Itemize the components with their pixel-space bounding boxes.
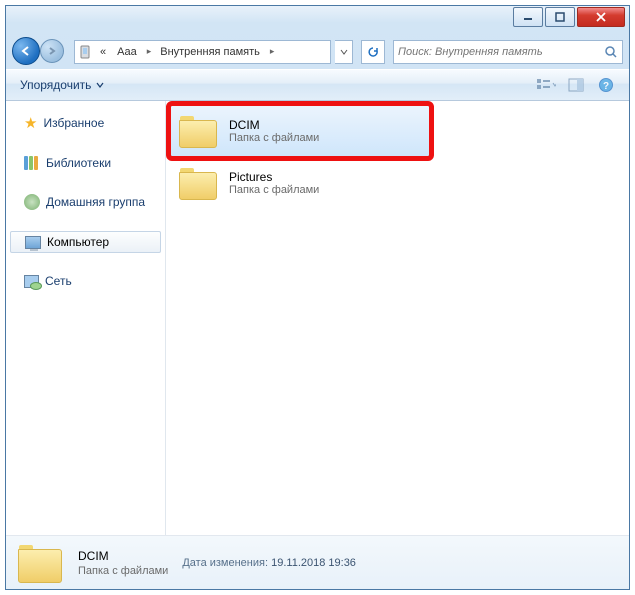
folder-icon <box>177 112 219 150</box>
chevron-down-icon <box>96 81 104 89</box>
details-name: DCIM <box>78 549 168 563</box>
sidebar-item-favorites[interactable]: ★ Избранное <box>6 111 165 135</box>
details-date: Дата изменения: 19.11.2018 19:36 <box>182 557 356 569</box>
address-bar[interactable]: « Aaa ▸ Внутренняя память ▸ <box>74 40 331 64</box>
sidebar: ★ Избранное Библиотеки Домашняя группа Ко… <box>6 101 166 535</box>
back-button[interactable] <box>12 37 40 65</box>
nav-buttons <box>12 37 70 67</box>
sidebar-item-network[interactable]: Сеть <box>6 271 165 291</box>
details-pane: DCIM Папка с файлами Дата изменения: 19.… <box>6 535 629 589</box>
sidebar-label: Библиотеки <box>46 156 111 170</box>
folder-name: DCIM <box>229 118 319 132</box>
address-dropdown[interactable] <box>335 40 353 64</box>
breadcrumb-seg-1[interactable]: Aaa <box>112 41 143 63</box>
organize-button[interactable]: Упорядочить <box>14 75 110 95</box>
view-options-button[interactable] <box>531 74 561 96</box>
folder-type: Папка с файлами <box>229 132 319 144</box>
refresh-button[interactable] <box>361 40 385 64</box>
minimize-button[interactable] <box>513 7 543 27</box>
sidebar-label: Компьютер <box>47 235 109 249</box>
maximize-button[interactable] <box>545 7 575 27</box>
breadcrumb-root[interactable]: « <box>95 41 112 63</box>
sidebar-item-libraries[interactable]: Библиотеки <box>6 153 165 173</box>
svg-text:?: ? <box>603 81 609 92</box>
help-button[interactable]: ? <box>591 74 621 96</box>
chevron-icon[interactable]: ▸ <box>266 46 279 57</box>
network-icon <box>24 275 39 288</box>
search-icon <box>604 45 618 59</box>
search-input[interactable] <box>398 46 604 58</box>
libraries-icon <box>24 156 40 170</box>
device-icon <box>75 45 95 59</box>
toolbar: Упорядочить ? <box>6 69 629 101</box>
folder-item-dcim[interactable]: DCIM Папка с файлами <box>170 105 430 157</box>
sidebar-label: Домашняя группа <box>46 195 145 209</box>
sidebar-item-computer[interactable]: Компьютер <box>10 231 161 253</box>
close-button[interactable] <box>577 7 625 27</box>
content-pane: DCIM Папка с файлами Pictures Папка с фа… <box>166 101 629 535</box>
navbar: « Aaa ▸ Внутренняя память ▸ <box>6 34 629 69</box>
sidebar-label: Избранное <box>43 116 104 130</box>
sidebar-item-homegroup[interactable]: Домашняя группа <box>6 191 165 213</box>
folder-item-pictures[interactable]: Pictures Папка с файлами <box>170 157 430 209</box>
titlebar <box>6 6 629 34</box>
folder-icon <box>16 541 64 585</box>
chevron-icon[interactable]: ▸ <box>143 46 156 57</box>
forward-button[interactable] <box>40 39 64 63</box>
star-icon: ★ <box>24 114 37 132</box>
computer-icon <box>25 236 41 249</box>
details-type: Папка с файлами <box>78 565 168 577</box>
search-box[interactable] <box>393 40 623 64</box>
sidebar-label: Сеть <box>45 274 72 288</box>
homegroup-icon <box>24 194 40 210</box>
folder-icon <box>177 164 219 202</box>
folder-name: Pictures <box>229 170 319 184</box>
organize-label: Упорядочить <box>20 78 91 92</box>
breadcrumb-seg-2[interactable]: Внутренняя память <box>155 41 266 63</box>
folder-type: Папка с файлами <box>229 184 319 196</box>
preview-pane-button[interactable] <box>561 74 591 96</box>
